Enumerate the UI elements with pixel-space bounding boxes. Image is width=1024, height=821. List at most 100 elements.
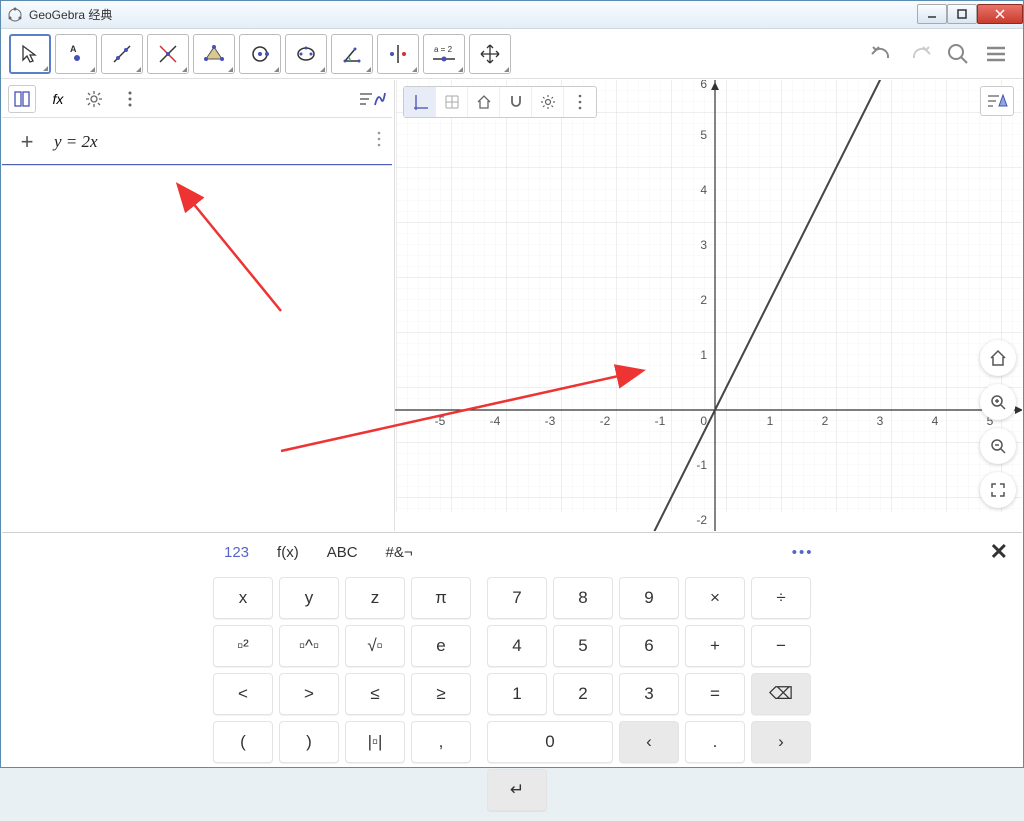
key-power[interactable]: ▫^▫ [279,625,339,667]
maximize-button[interactable] [947,4,977,24]
key-9[interactable]: 9 [619,577,679,619]
tool-polygon[interactable] [193,34,235,74]
sort-icon[interactable] [358,85,386,113]
key-1[interactable]: 1 [487,673,547,715]
home-button[interactable] [980,340,1016,376]
kbd-tab-sym[interactable]: #&¬ [386,544,413,561]
key-y[interactable]: y [279,577,339,619]
row-menu-icon[interactable] [376,130,382,153]
fullscreen-button[interactable] [980,472,1016,508]
key-comma[interactable]: , [411,721,471,763]
tool-point[interactable]: A [55,34,97,74]
keyboard-tabs: 123 f(x) ABC #&¬ ••• ✕ [2,533,1022,571]
window-title: GeoGebra 经典 [29,6,112,23]
undo-button[interactable] [863,35,901,73]
svg-text:a = 2: a = 2 [434,45,453,54]
key-4[interactable]: 4 [487,625,547,667]
key-3[interactable]: 3 [619,673,679,715]
grid-toggle[interactable] [436,87,468,117]
key-pi[interactable]: π [411,577,471,619]
svg-text:5: 5 [700,128,707,142]
tool-move[interactable] [9,34,51,74]
graphics-view[interactable]: -5 -4 -3 -2 -1 0 1 2 3 4 5 -2 -1 1 [394,80,1022,531]
key-div[interactable]: ÷ [751,577,811,619]
axes-toggle[interactable] [404,87,436,117]
more-icon[interactable] [116,85,144,113]
tool-slider[interactable]: a = 2 [423,34,465,74]
svg-text:1: 1 [700,348,707,362]
kbd-close[interactable]: ✕ [990,539,1008,565]
kbd-tab-123[interactable]: 123 [224,544,249,561]
key-7[interactable]: 7 [487,577,547,619]
svg-text:6: 6 [700,80,707,91]
key-rparen[interactable]: ) [279,721,339,763]
key-8[interactable]: 8 [553,577,613,619]
menu-button[interactable] [977,35,1015,73]
search-button[interactable] [939,35,977,73]
graphics-style-button[interactable] [980,86,1014,116]
key-eq[interactable]: = [685,673,745,715]
key-lt[interactable]: < [213,673,273,715]
graph-canvas[interactable]: -5 -4 -3 -2 -1 0 1 2 3 4 5 -2 -1 1 [395,80,1022,531]
tool-perpendicular[interactable] [147,34,189,74]
key-ge[interactable]: ≥ [411,673,471,715]
zoom-out-button[interactable] [980,428,1016,464]
tool-reflect[interactable] [377,34,419,74]
key-2[interactable]: 2 [553,673,613,715]
key-5[interactable]: 5 [553,625,613,667]
kbd-right-block: 7 8 9 × ÷ 4 5 6 + − 1 2 3 = ⌫ 0 . ‹ › [487,577,811,811]
key-mul[interactable]: × [685,577,745,619]
tool-angle[interactable] [331,34,373,74]
key-lparen[interactable]: ( [213,721,273,763]
key-backspace[interactable]: ⌫ [751,673,811,715]
graphics-more[interactable] [564,87,596,117]
svg-text:4: 4 [932,414,939,428]
key-enter[interactable]: ↵ [487,769,547,811]
key-dot[interactable]: . [685,721,745,763]
tool-line[interactable] [101,34,143,74]
key-0[interactable]: 0 [487,721,613,763]
key-z[interactable]: z [345,577,405,619]
zoom-in-button[interactable] [980,384,1016,420]
key-sqrt[interactable]: √▫ [345,625,405,667]
kbd-tab-abc[interactable]: ABC [327,544,358,561]
zoom-controls [980,340,1016,508]
key-abs[interactable]: |▫| [345,721,405,763]
settings-icon[interactable] [80,85,108,113]
key-plus[interactable]: + [685,625,745,667]
tool-circle[interactable] [239,34,281,74]
key-minus[interactable]: − [751,625,811,667]
kbd-more[interactable]: ••• [792,544,814,561]
snap-toggle[interactable] [500,87,532,117]
graphics-settings[interactable] [532,87,564,117]
key-right[interactable]: › [751,721,811,763]
key-gt[interactable]: > [279,673,339,715]
svg-text:4: 4 [700,183,707,197]
tool-conic[interactable] [285,34,327,74]
fx-button[interactable]: fx [44,85,72,113]
redo-button[interactable] [901,35,939,73]
algebra-view-toggle[interactable] [8,85,36,113]
key-x[interactable]: x [213,577,273,619]
key-6[interactable]: 6 [619,625,679,667]
svg-text:-2: -2 [600,414,611,428]
key-e[interactable]: e [411,625,471,667]
key-left[interactable]: ‹ [619,721,679,763]
main-area: fx + y = 2x [2,80,1022,531]
home-view[interactable] [468,87,500,117]
add-expression-icon[interactable]: + [12,129,42,155]
key-le[interactable]: ≤ [345,673,405,715]
app-icon [7,7,23,23]
titlebar: GeoGebra 经典 [1,1,1023,29]
algebra-input-row[interactable]: + y = 2x [2,118,392,166]
key-square[interactable]: ▫² [213,625,273,667]
svg-text:-3: -3 [545,414,556,428]
svg-text:A: A [70,44,77,54]
expression-text[interactable]: y = 2x [54,132,98,152]
svg-text:-5: -5 [435,414,446,428]
minimize-button[interactable] [917,4,947,24]
svg-text:3: 3 [700,238,707,252]
tool-movegraph[interactable] [469,34,511,74]
close-button[interactable] [977,4,1023,24]
kbd-tab-fx[interactable]: f(x) [277,544,299,561]
